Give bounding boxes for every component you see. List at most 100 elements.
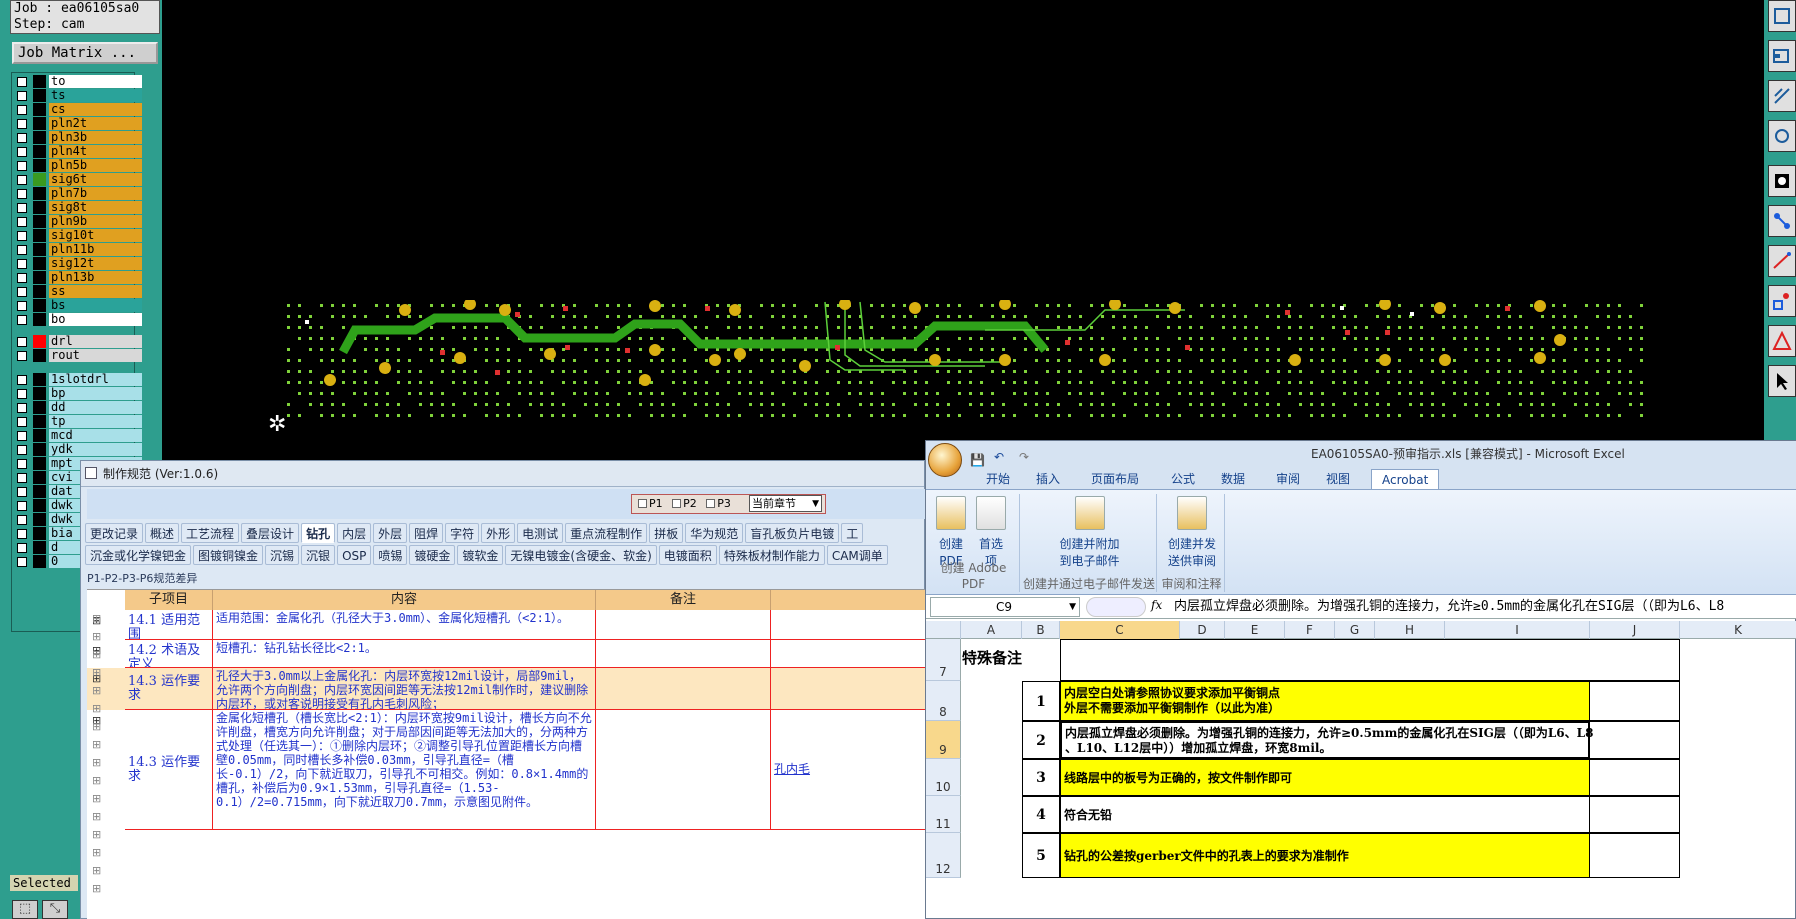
send-review-button[interactable]: 创建并发 送供审阅	[1163, 496, 1221, 570]
layer-name[interactable]: pln11b	[49, 243, 142, 256]
p3-checkbox[interactable]: P3	[706, 495, 731, 513]
line-tool-icon[interactable]	[1768, 245, 1796, 277]
expand-icon[interactable]: ⊞	[92, 774, 104, 787]
row-header[interactable]: 10	[926, 759, 961, 796]
layer-checkbox[interactable]	[17, 175, 27, 185]
row-header[interactable]: 9	[926, 721, 961, 759]
layer-row[interactable]: dd	[12, 400, 142, 415]
spec-subtab[interactable]: 沉银	[301, 545, 336, 565]
layer-checkbox[interactable]	[17, 315, 27, 325]
item-text-cell[interactable]: 内层孤立焊盘必须删除。为增强孔铜的连接力，允许≥0.5mm的金属化孔在SIG层（…	[1060, 721, 1593, 759]
column-header[interactable]: F	[1285, 621, 1335, 639]
layer-row[interactable]: sig6t	[12, 172, 142, 187]
layer-row[interactable]: pln7b	[12, 186, 142, 201]
ribbon-tab[interactable]: 公式	[1171, 469, 1195, 489]
layer-name[interactable]: sig8t	[49, 201, 142, 214]
item-number-cell[interactable]: 2	[1022, 721, 1060, 759]
layer-checkbox[interactable]	[17, 245, 27, 255]
layer-color-swatch[interactable]	[33, 335, 46, 348]
layer-color-swatch[interactable]	[33, 485, 46, 498]
spec-tab[interactable]: 概述	[145, 523, 180, 543]
cell-note[interactable]	[596, 640, 771, 668]
item-number-cell[interactable]: 4	[1022, 796, 1060, 833]
column-header[interactable]: A	[961, 621, 1022, 639]
cell-note[interactable]	[596, 610, 771, 640]
table-row[interactable]: ⊞ 14.1 适用范围 适用范围：金属化孔（孔径大于3.0mm）、金属化短槽孔（<2…	[87, 610, 926, 640]
layer-name[interactable]: pln2t	[49, 117, 142, 130]
layer-row[interactable]: pln4t	[12, 144, 142, 159]
layer-checkbox[interactable]	[17, 543, 27, 553]
layer-color-swatch[interactable]	[33, 145, 46, 158]
layer-checkbox[interactable]	[17, 203, 27, 213]
expand-icon[interactable]: ⊞	[92, 846, 104, 859]
formula-handle[interactable]	[1086, 597, 1146, 617]
attachment-link[interactable]	[771, 640, 926, 668]
layer-color-swatch[interactable]	[33, 457, 46, 470]
spec-tab[interactable]: 拼板	[649, 523, 684, 543]
layer-checkbox[interactable]	[17, 147, 27, 157]
layer-name[interactable]: rout	[49, 349, 142, 362]
layer-name[interactable]: pln7b	[49, 187, 142, 200]
ribbon-tab[interactable]: 审阅	[1276, 469, 1300, 489]
fx-icon[interactable]: fx	[1151, 598, 1162, 612]
layer-name[interactable]: bp	[49, 387, 142, 400]
layer-name[interactable]: bo	[49, 313, 142, 326]
row-header[interactable]: 11	[926, 796, 961, 833]
zoom-tool-icon[interactable]: ⤡	[42, 900, 68, 919]
spec-subtab[interactable]: 沉金或化学镍钯金	[85, 545, 192, 565]
column-header[interactable]: E	[1225, 621, 1285, 639]
breadcrumb[interactable]: P1-P2-P3-P6规范差异	[87, 570, 197, 586]
layer-color-swatch[interactable]	[33, 89, 46, 102]
cell[interactable]	[1590, 721, 1680, 759]
layer-row[interactable]: rout	[12, 348, 142, 363]
layer-checkbox[interactable]	[17, 301, 27, 311]
layer-color-swatch[interactable]	[33, 471, 46, 484]
col-header-note[interactable]: 备注	[596, 590, 771, 610]
pcb-board-view[interactable]	[285, 300, 1655, 420]
row-header[interactable]: 7	[926, 639, 961, 681]
spec-tab[interactable]: 电测试	[517, 523, 564, 543]
layer-row[interactable]: tp	[12, 414, 142, 429]
layer-checkbox[interactable]	[17, 375, 27, 385]
layer-row[interactable]: mcd	[12, 428, 142, 443]
layer-checkbox[interactable]	[17, 389, 27, 399]
layer-color-swatch[interactable]	[33, 201, 46, 214]
layer-name[interactable]: mcd	[49, 429, 142, 442]
layer-checkbox[interactable]	[17, 417, 27, 427]
expand-icon[interactable]: ⊞	[92, 612, 104, 625]
row-header[interactable]: 8	[926, 681, 961, 721]
layer-color-swatch[interactable]	[33, 443, 46, 456]
ribbon-tab[interactable]: 开始	[986, 469, 1010, 489]
chapter-select[interactable]: 当前章节 ▼	[749, 495, 822, 512]
p1-checkbox[interactable]: P1	[638, 495, 663, 513]
item-text-cell[interactable]: 内层空白处请参照协议要求添加平衡铜点 外层不需要添加平衡铜制作（以此为准）	[1060, 681, 1590, 721]
layer-row[interactable]: to	[12, 74, 142, 89]
layer-row[interactable]: ss	[12, 284, 142, 299]
cell-subitem[interactable]: 14.3 运作要求	[125, 710, 213, 830]
layer-row[interactable]: 1slotdrl	[12, 372, 142, 387]
layer-row[interactable]: bs	[12, 298, 142, 313]
cell-subitem[interactable]: 14.2 术语及定义	[125, 640, 213, 668]
layer-row[interactable]: pln3b	[12, 130, 142, 145]
cell-subitem[interactable]: 14.1 适用范围	[125, 610, 213, 640]
expand-icon[interactable]: ⊞	[92, 864, 104, 877]
layer-row[interactable]: bp	[12, 386, 142, 401]
name-box[interactable]: C9 ▼	[930, 597, 1080, 617]
item-text-cell[interactable]: 钻孔的公差按gerber文件中的孔表上的要求为准制作	[1060, 833, 1590, 878]
layer-color-swatch[interactable]	[33, 299, 46, 312]
layer-color-swatch[interactable]	[33, 75, 46, 88]
fill-tool-icon[interactable]	[1768, 165, 1796, 197]
column-header[interactable]: J	[1590, 621, 1680, 639]
preferences-button[interactable]: 首选项	[974, 496, 1008, 570]
spec-subtab[interactable]: 特殊板材制作能力	[718, 545, 825, 565]
layer-checkbox[interactable]	[17, 501, 27, 511]
layer-checkbox[interactable]	[17, 431, 27, 441]
expand-icon[interactable]: ⊞	[92, 702, 104, 715]
cell-content[interactable]: 金属化短槽孔（槽长宽比<2:1）：内层环宽按9mil设计，槽长方向不允许削盘，槽…	[213, 710, 596, 830]
layer-row[interactable]: bo	[12, 312, 142, 327]
layer-row[interactable]: sig12t	[12, 256, 142, 271]
layer-color-swatch[interactable]	[33, 187, 46, 200]
layer-checkbox[interactable]	[17, 161, 27, 171]
layer-name[interactable]: 1slotdrl	[49, 373, 142, 386]
cell-note[interactable]	[596, 668, 771, 710]
